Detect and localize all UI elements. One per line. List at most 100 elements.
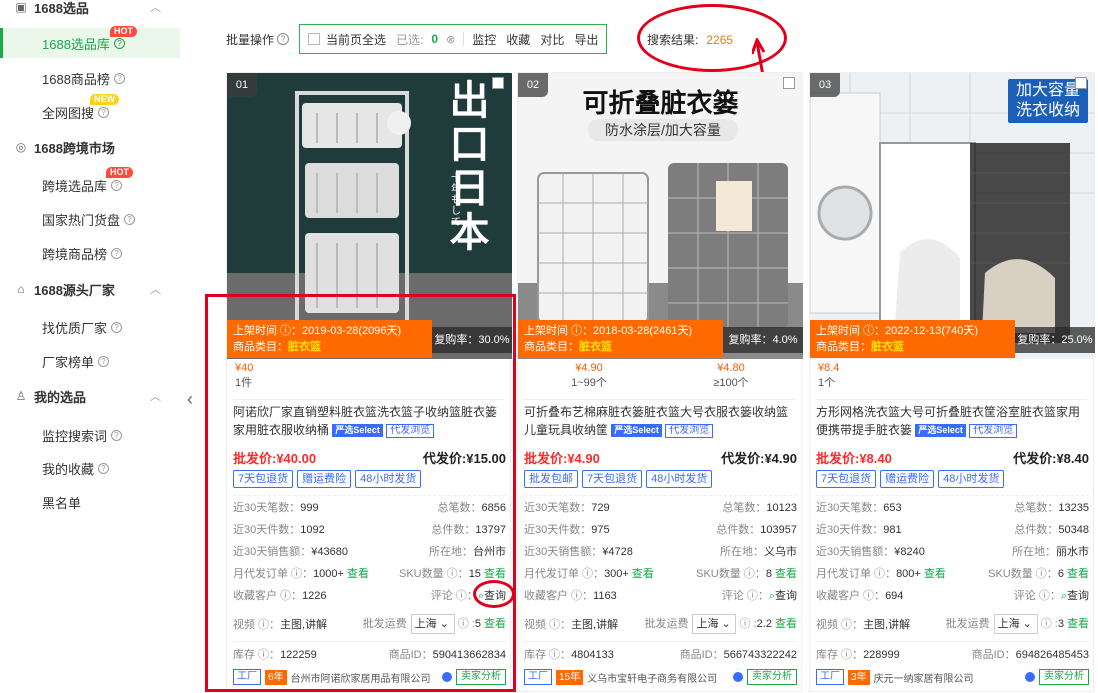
selected-count: 0: [431, 32, 439, 46]
price-tier: ¥4.80 ≥100个: [713, 362, 749, 389]
clear-selection-icon[interactable]: ⊗: [446, 33, 455, 46]
product-select-checkbox[interactable]: [1075, 77, 1087, 89]
sidebar-item-product-ranking[interactable]: 1688商品榜?: [42, 67, 125, 89]
ship-city-select[interactable]: 上海 ⌄: [692, 614, 737, 634]
divider: [816, 399, 1087, 400]
sidebar-item-my-favorites[interactable]: 我的收藏?: [42, 457, 110, 479]
sidebar-item-factory-ranking[interactable]: 厂家榜单?: [42, 350, 110, 372]
stats-row: 近30天件数：981 总件数：50348: [816, 524, 1089, 536]
divider: [463, 32, 465, 46]
product-index: 03: [810, 73, 840, 97]
seller-analysis-button[interactable]: 卖家分析: [747, 669, 797, 685]
stats-row: 近30天笔数：653 总笔数：13235: [816, 502, 1089, 514]
wangwang-icon[interactable]: [1025, 672, 1035, 682]
stats-table: 近30天笔数：729 总笔数：10123 近30天件数：975 总件数：103957…: [524, 495, 797, 606]
section-cross-border[interactable]: ◎ 1688跨境市场: [14, 135, 115, 159]
select-all-label[interactable]: 当前页全选: [326, 31, 386, 48]
section-1688-selection[interactable]: ▣ 1688选品 ︿: [14, 0, 161, 19]
dropship-browse-tag[interactable]: 代发浏览: [969, 424, 1018, 438]
section-my-selection[interactable]: ♙ 我的选品 ︿: [14, 384, 161, 408]
select-tag: 严选Select: [915, 424, 966, 437]
shop-name[interactable]: 义乌市宝轩电子商务有限公司: [587, 670, 729, 685]
stats-row: 近30天销售额：¥8240 所在地：丽水市: [816, 546, 1089, 558]
help-icon[interactable]: ?: [124, 213, 136, 225]
batch-label: 批量操作: [226, 32, 275, 47]
category-link[interactable]: 脏衣篮: [579, 341, 612, 353]
wangwang-icon[interactable]: [733, 672, 743, 682]
chevron-up-icon[interactable]: ︿: [150, 281, 161, 297]
service-tag: 批发包邮: [524, 470, 578, 488]
view-link[interactable]: 查看: [1067, 568, 1089, 580]
sidebar-item-monitor-keywords[interactable]: 监控搜索词?: [42, 424, 123, 446]
select-all-checkbox[interactable]: [308, 33, 321, 45]
section-source-factory[interactable]: ⌂ 1688源头厂家 ︿: [14, 277, 161, 301]
review-query-button[interactable]: 查询: [1067, 590, 1089, 602]
batch-toolbar: 批量操作 ? 当前页全选 已选: 0 ⊗ 监控 收藏 对比 导出: [226, 22, 608, 56]
chevron-up-icon[interactable]: ︿: [150, 0, 161, 15]
years-badge: 3年: [848, 669, 870, 685]
seller-analysis-button[interactable]: 卖家分析: [1039, 669, 1089, 685]
service-tag: 48小时发货: [938, 470, 1005, 488]
view-link[interactable]: 查看: [1067, 618, 1089, 630]
help-icon[interactable]: ?: [98, 462, 110, 474]
help-icon[interactable]: ?: [98, 106, 110, 118]
stats-row: 近30天销售额：¥4728 所在地：义乌市: [524, 546, 797, 558]
hot-badge: HOT: [106, 167, 133, 178]
chevron-up-icon[interactable]: ︿: [150, 388, 161, 404]
product-card[interactable]: 可折叠脏衣篓 防水涂层/加大容量 02 上架时间 ⓘ：2018-03-28(24…: [517, 72, 803, 692]
export-button[interactable]: 导出: [574, 31, 598, 48]
help-icon[interactable]: ?: [113, 72, 125, 84]
shop-name[interactable]: 庆元一纳家居有限公司: [874, 670, 1021, 685]
help-icon[interactable]: ?: [111, 179, 123, 191]
help-icon[interactable]: ?: [113, 37, 125, 49]
hot-badge: HOT: [110, 26, 137, 37]
select-tag: 严选Select: [611, 424, 662, 437]
help-icon[interactable]: ?: [98, 355, 110, 367]
listing-info-band: 上架时间 ⓘ：2018-03-28(2461天) 商品类目：脏衣篮: [518, 320, 723, 358]
monitor-button[interactable]: 监控: [472, 31, 496, 48]
collapse-sidebar-icon[interactable]: ‹: [180, 384, 200, 414]
list-time: 上架时间 ⓘ：2018-03-28(2461天): [524, 325, 693, 337]
help-icon[interactable]: ?: [111, 247, 123, 259]
favorite-button[interactable]: 收藏: [506, 31, 530, 48]
help-icon[interactable]: ⓘ: [740, 618, 751, 630]
sidebar-item-find-factory[interactable]: 找优质厂家?: [42, 316, 123, 338]
annotation-circle: [473, 580, 515, 608]
repurchase-rate: 复购率：4.0%: [723, 327, 803, 353]
ship-city-select[interactable]: 上海 ⌄: [993, 614, 1038, 634]
selected-label: 已选:: [396, 32, 424, 47]
sidebar-item-country-hot[interactable]: 国家热门货盘?: [42, 208, 136, 230]
compare-button[interactable]: 对比: [540, 31, 564, 48]
service-tag: 7天包退货: [582, 470, 643, 488]
review-query-button[interactable]: 查询: [775, 590, 797, 602]
service-tags: 批发包邮 7天包退货 48小时发货: [524, 470, 713, 488]
view-link[interactable]: 查看: [775, 618, 797, 630]
help-icon[interactable]: ?: [277, 33, 290, 45]
view-link[interactable]: 查看: [775, 568, 797, 580]
dropship-price: 代发价:¥8.40: [1013, 450, 1089, 466]
product-image[interactable]: 可折叠脏衣篓 防水涂层/加大容量 02 上架时间 ⓘ：2018-03-28(24…: [518, 73, 803, 359]
product-image[interactable]: 加大容量 洗衣收纳 03 上架时间 ⓘ：2022-12-13(740天) 商品类…: [810, 73, 1095, 359]
stock-row: 库存 ⓘ：228999 商品ID：694826485453: [816, 649, 1089, 661]
shop-row: 工厂 15年 义乌市宝轩电子商务有限公司 卖家分析: [524, 667, 797, 687]
product-select-checkbox[interactable]: [492, 77, 504, 89]
category-link[interactable]: 脏衣篮: [871, 341, 904, 353]
help-icon[interactable]: ⓘ: [1041, 618, 1052, 630]
product-card[interactable]: 加大容量 洗衣收纳 03 上架时间 ⓘ：2022-12-13(740天) 商品类…: [809, 72, 1095, 692]
dropship-browse-tag[interactable]: 代发浏览: [665, 424, 714, 438]
product-title[interactable]: 方形网格洗衣篮大号可折叠脏衣筐浴室脏衣篮家用便携带提手脏衣篓 严选Select …: [816, 403, 1089, 443]
product-select-checkbox[interactable]: [783, 77, 795, 89]
stats-row: 近30天笔数：729 总笔数：10123: [524, 502, 797, 514]
image-subtext: 防水涂层/加大容量: [588, 119, 738, 141]
view-link[interactable]: 查看: [632, 568, 654, 580]
price-tier: ¥4.90 1~99个: [571, 362, 607, 389]
sidebar-item-cross-border-ranking[interactable]: 跨境商品榜?: [42, 242, 123, 264]
help-icon[interactable]: ?: [111, 429, 123, 441]
view-link[interactable]: 查看: [924, 568, 946, 580]
stats-row: 月代发订单 ⓘ：800+ 查看 SKU数量 ⓘ：6 查看: [816, 568, 1089, 580]
sidebar-item-blacklist[interactable]: 黑名单: [42, 491, 81, 513]
selection-icon: ▣: [15, 0, 27, 14]
product-title[interactable]: 可折叠布艺棉麻脏衣篓脏衣篮大号衣服衣篓收纳篮儿童玩具收纳筐 严选Select 代…: [524, 403, 797, 443]
help-icon[interactable]: ?: [111, 321, 123, 333]
stats-row: 近30天件数：975 总件数：103957: [524, 524, 797, 536]
